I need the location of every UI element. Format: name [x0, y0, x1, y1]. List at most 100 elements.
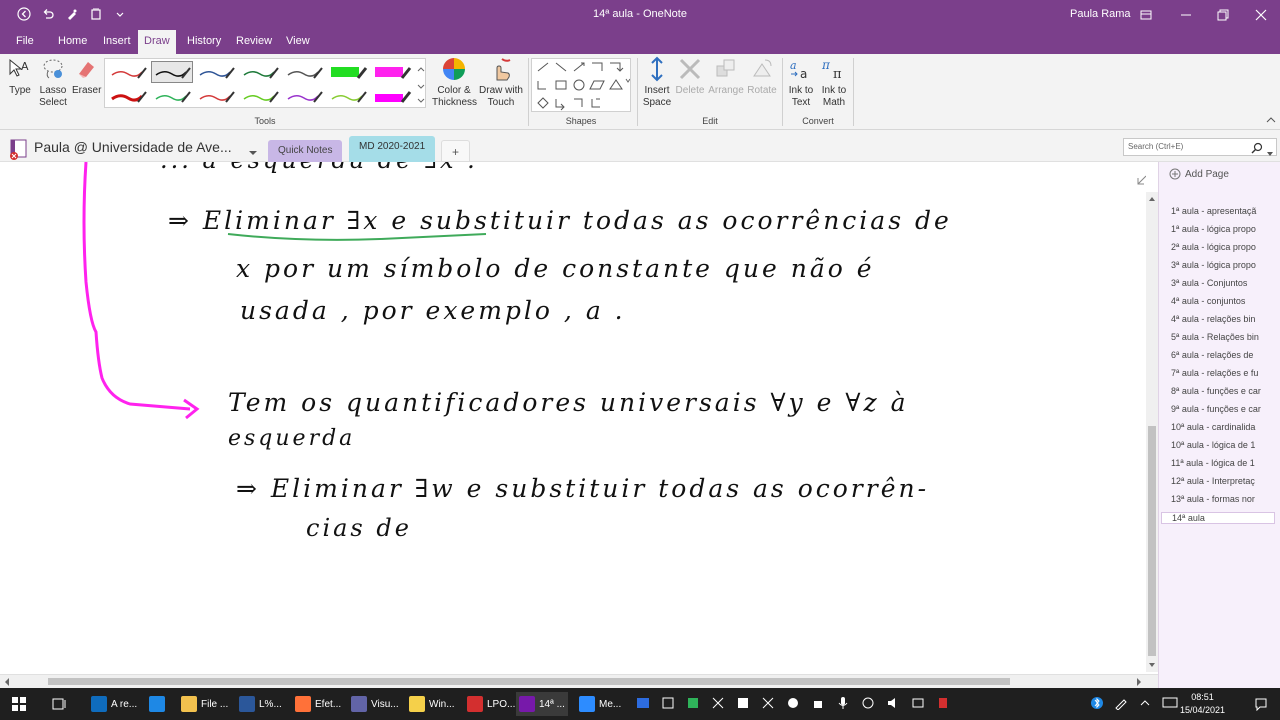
taskbar-app-onenote[interactable]: 14ª ... — [516, 692, 568, 716]
clock[interactable]: 08:51 15/04/2021 — [1180, 691, 1225, 717]
notebook-dropdown-icon[interactable] — [248, 144, 258, 162]
add-section-button[interactable]: + — [441, 140, 471, 162]
pen-workspace-icon[interactable] — [1114, 696, 1128, 710]
delete-button[interactable]: Delete — [674, 56, 706, 97]
page-list-item[interactable]: 4ª aula - conjuntos — [1171, 296, 1279, 306]
pen-green-medium[interactable] — [151, 85, 193, 107]
taskbar-app-outlook[interactable]: A re... — [88, 692, 140, 716]
page-list-item[interactable]: 2ª aula - lógica propo — [1171, 242, 1279, 252]
insert-space-button[interactable]: Insert Space — [640, 56, 674, 109]
tray-app-icon-5[interactable] — [736, 696, 750, 710]
pen-blue-thin[interactable] — [195, 61, 237, 83]
search-icon[interactable] — [1251, 141, 1263, 159]
pen-gallery-more-icon[interactable] — [417, 63, 425, 105]
bluetooth-icon[interactable] — [1090, 696, 1104, 710]
taskbar-app-edge[interactable] — [146, 692, 172, 716]
tray-app-icon-1[interactable] — [636, 696, 650, 710]
pen-lime-medium[interactable] — [239, 85, 281, 107]
draw-with-touch-button[interactable]: Draw with Touch — [478, 56, 524, 109]
task-view-icon[interactable] — [52, 697, 68, 714]
page-list-item[interactable]: 14ª aula — [1161, 512, 1275, 524]
tray-app-icon-9[interactable] — [861, 696, 875, 710]
section-tab-quick-notes[interactable]: Quick Notes — [268, 140, 343, 162]
page-list-item[interactable]: 11ª aula - lógica de 1 — [1171, 458, 1279, 468]
collapse-ribbon-icon[interactable] — [1266, 116, 1276, 127]
highlighter-pink[interactable] — [371, 85, 413, 107]
page-list-item[interactable]: 10ª aula - cardinalida — [1171, 422, 1279, 432]
volume-icon[interactable] — [886, 696, 900, 710]
page-list-item[interactable]: 6ª aula - relações de — [1171, 350, 1279, 360]
page-list-item[interactable]: 3ª aula - Conjuntos — [1171, 278, 1279, 288]
taskbar-app-file-explorer[interactable]: File ... — [178, 692, 231, 716]
user-name[interactable]: Paula Rama — [1070, 8, 1131, 20]
notifications-icon[interactable] — [1254, 697, 1268, 714]
tab-home[interactable]: Home — [52, 30, 93, 54]
microphone-icon[interactable] — [836, 696, 850, 710]
windows-start-icon[interactable] — [12, 697, 26, 714]
pen-red-thin[interactable] — [107, 61, 149, 83]
taskbar-app-firefox[interactable]: Efet... — [292, 692, 344, 716]
page-list-item[interactable]: 10ª aula - lógica de 1 — [1171, 440, 1279, 450]
add-page-button[interactable]: Add Page — [1169, 168, 1229, 180]
lasso-select-button[interactable]: Lasso Select — [38, 56, 68, 109]
shapes-gallery[interactable] — [531, 58, 631, 112]
page-list-item[interactable]: 1ª aula - lógica propo — [1171, 224, 1279, 234]
tab-file[interactable]: File — [10, 30, 40, 54]
tray-app-icon-2[interactable] — [661, 696, 675, 710]
page-list-item[interactable]: 9ª aula - funções e car — [1171, 404, 1279, 414]
tab-review[interactable]: Review — [230, 30, 278, 54]
tray-app-icon-4[interactable] — [711, 696, 725, 710]
taskbar-app-visual-studio[interactable]: Visu... — [348, 692, 402, 716]
pen-red-medium[interactable] — [195, 85, 237, 107]
rotate-button[interactable]: Rotate — [745, 56, 779, 97]
color-thickness-button[interactable]: Color & Thickness — [432, 56, 477, 109]
tab-draw[interactable]: Draw — [138, 30, 176, 54]
pen-red-thick[interactable] — [107, 85, 149, 107]
type-button[interactable]: A Type — [6, 56, 34, 97]
page-list-item[interactable]: 1ª aula - apresentaçã — [1171, 206, 1279, 216]
pen-gray-thin[interactable] — [283, 61, 325, 83]
vertical-scrollbar[interactable] — [1146, 192, 1158, 672]
pen-black-thin[interactable] — [151, 61, 193, 83]
tray-up-icon[interactable] — [1138, 696, 1152, 710]
page-canvas[interactable]: ... à esquerda de ∃x . ⇒ Eliminar ∃x e s… — [0, 162, 1146, 674]
display-icon[interactable] — [1162, 696, 1178, 710]
page-list-item[interactable]: 4ª aula - relações bin — [1171, 314, 1279, 324]
minimize-icon[interactable] — [1168, 0, 1204, 30]
page-list-item[interactable]: 13ª aula - formas nor — [1171, 494, 1279, 504]
page-list-item[interactable]: 8ª aula - funções e car — [1171, 386, 1279, 396]
tray-app-icon-3[interactable] — [686, 696, 700, 710]
ink-to-text-button[interactable]: aa Ink to Text — [785, 56, 817, 109]
search-scope-icon[interactable] — [1266, 144, 1274, 162]
taskbar-app-zoom[interactable]: Me... — [576, 692, 624, 716]
taskbar-app-acrobat[interactable]: LPO... — [464, 692, 518, 716]
maximize-icon[interactable] — [1205, 0, 1241, 30]
section-tab-md-2020-2021[interactable]: MD 2020-2021 — [349, 136, 436, 162]
arrange-button[interactable]: Arrange — [707, 56, 745, 97]
tab-view[interactable]: View — [280, 30, 316, 54]
tab-insert[interactable]: Insert — [97, 30, 137, 54]
pen-purple-medium[interactable] — [283, 85, 325, 107]
pen-green-thin[interactable] — [239, 61, 281, 83]
ink-to-math-button[interactable]: ππ Ink to Math — [818, 56, 850, 109]
tray-app-icon-6[interactable] — [761, 696, 775, 710]
highlighter-magenta[interactable] — [371, 61, 413, 83]
taskbar-app-winscp[interactable]: Win... — [406, 692, 458, 716]
tray-app-icon-10[interactable] — [911, 696, 925, 710]
highlighter-green[interactable] — [327, 61, 369, 83]
page-list-item[interactable]: 12ª aula - Interpretaç — [1171, 476, 1279, 486]
page-list-item[interactable]: 5ª aula - Relações bin — [1171, 332, 1279, 342]
tray-app-icon-11[interactable] — [936, 696, 950, 710]
page-list-item[interactable]: 3ª aula - lógica propo — [1171, 260, 1279, 270]
close-icon[interactable] — [1243, 0, 1279, 30]
page-list-item[interactable]: 7ª aula - relações e fu — [1171, 368, 1279, 378]
ribbon-display-options-icon[interactable] — [1128, 0, 1164, 30]
horizontal-scrollbar[interactable] — [0, 674, 1158, 688]
notebook-name[interactable]: Paula @ Universidade de Ave... — [34, 139, 232, 155]
tray-app-icon-7[interactable] — [786, 696, 800, 710]
taskbar-app-word[interactable]: L%... — [236, 692, 285, 716]
horizontal-scroll-thumb[interactable] — [48, 678, 1010, 685]
tray-app-icon-8[interactable] — [811, 696, 825, 710]
eraser-button[interactable]: Eraser — [72, 56, 101, 97]
pen-yellowgreen-medium[interactable] — [327, 85, 369, 107]
